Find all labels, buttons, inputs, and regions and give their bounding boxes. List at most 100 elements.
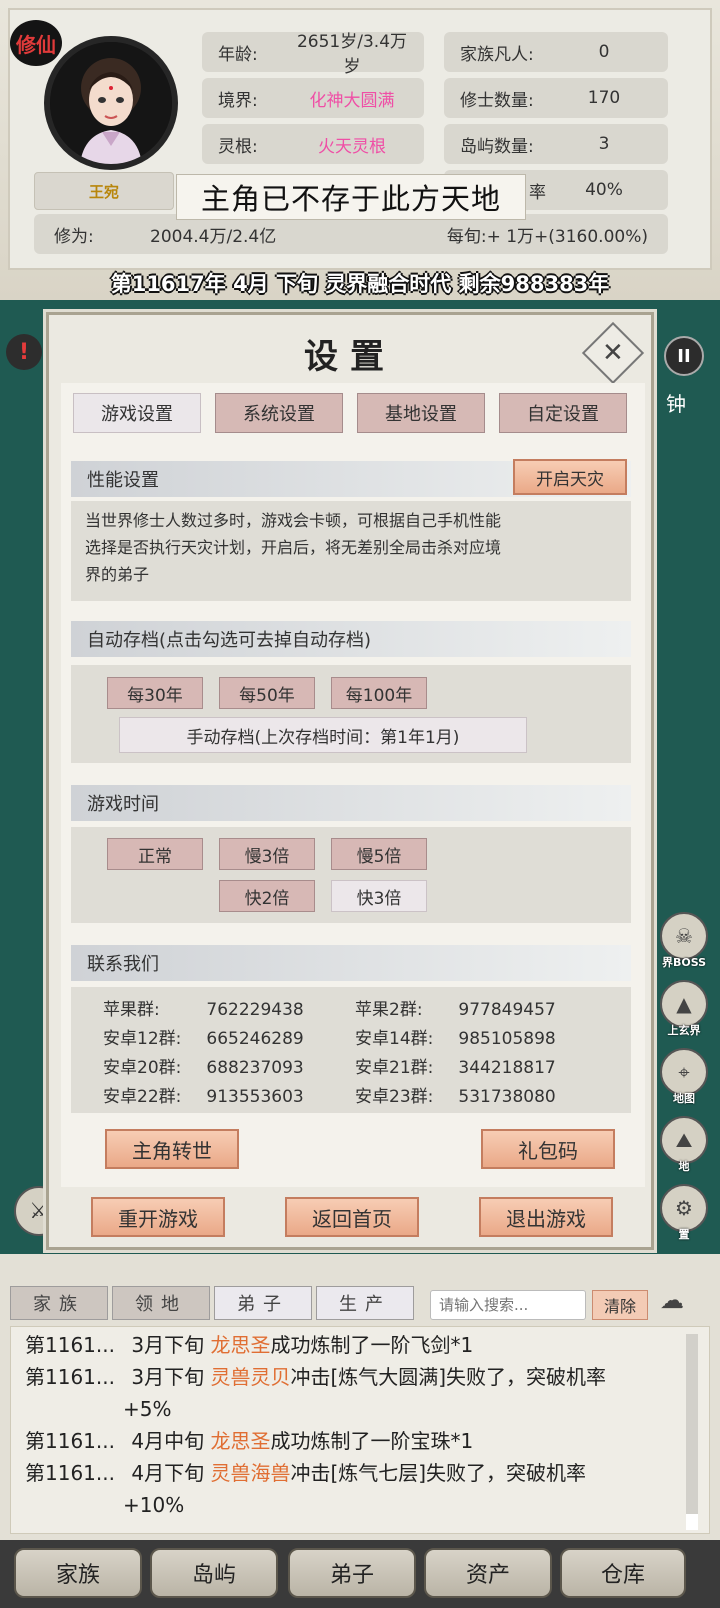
contact-label: 安卓21群: <box>355 1058 434 1078</box>
contact-label: 安卓20群: <box>103 1058 182 1078</box>
log-entry: 第1161... 3月下旬 龙思圣成功炼制了一阶飞剑*1 <box>25 1329 685 1361</box>
map-pin-icon[interactable]: ⌖ <box>660 1048 708 1096</box>
log-date: 第1161... <box>25 1461 115 1485</box>
stat-realm: 境界: 化神大圆满 <box>202 78 424 118</box>
territory-icon[interactable]: ⛰ <box>660 1116 708 1164</box>
search-input[interactable] <box>430 1290 586 1320</box>
restart-game-button[interactable]: 重开游戏 <box>91 1197 225 1237</box>
boss-icon[interactable]: ☠ <box>660 912 708 960</box>
tab-custom-settings[interactable]: 自定设置 <box>499 393 627 433</box>
autosave-50-button[interactable]: 每50年 <box>219 677 315 709</box>
clock-label: 钟 <box>666 392 686 416</box>
avatar[interactable] <box>44 36 178 170</box>
nav-family-button[interactable]: 家族 <box>14 1548 142 1598</box>
game-date: 第11617年 4月 下旬 灵界融合时代 剩余988383年 <box>110 272 610 296</box>
stat-value: 火天灵根 <box>318 136 386 157</box>
log-tab-family[interactable]: 家族 <box>10 1286 108 1320</box>
per-turn-gain: 每旬:+ 1万+(3160.00%) <box>446 226 648 247</box>
nav-warehouse-button[interactable]: 仓库 <box>560 1548 686 1598</box>
nav-islands-button[interactable]: 岛屿 <box>150 1548 278 1598</box>
contact-label: 安卓14群: <box>355 1029 434 1049</box>
log-entry-continuation: +5% <box>25 1393 685 1425</box>
log-tab-disciples[interactable]: 弟子 <box>214 1286 312 1320</box>
log-entry: 第1161... 4月中旬 龙思圣成功炼制了一阶宝珠*1 <box>25 1425 685 1457</box>
contact-label: 安卓22群: <box>103 1087 182 1107</box>
log-tab-production[interactable]: 生产 <box>316 1286 414 1320</box>
gear-icon[interactable]: ⚙ <box>660 1184 708 1232</box>
tab-base-settings[interactable]: 基地设置 <box>357 393 485 433</box>
log-entry: 第1161... 3月下旬 灵兽灵贝冲击[炼气大圆满]失败了，突破机率 <box>25 1361 685 1393</box>
contact-value: 985105898 <box>458 1029 556 1049</box>
reincarnate-button[interactable]: 主角转世 <box>105 1129 239 1169</box>
stat-value: 3 <box>598 134 610 154</box>
speed-slow5-button[interactable]: 慢5倍 <box>331 838 427 870</box>
log-text: +5% <box>123 1397 172 1421</box>
desc-line: 界的弟子 <box>85 565 150 584</box>
autosave-30-button[interactable]: 每30年 <box>107 677 203 709</box>
speed-normal-button[interactable]: 正常 <box>107 838 203 870</box>
log-time: 3月下旬 <box>131 1333 205 1357</box>
stat-label: 修士数量: <box>460 90 534 111</box>
alert-icon[interactable]: ! <box>6 334 42 370</box>
stat-cultivators: 修士数量: 170 <box>444 78 668 118</box>
exit-game-button[interactable]: 退出游戏 <box>479 1197 613 1237</box>
contact-value: 344218817 <box>458 1058 556 1078</box>
stat-islands: 岛屿数量: 3 <box>444 124 668 164</box>
speed-slow3-button[interactable]: 慢3倍 <box>219 838 315 870</box>
stat-label: 年龄: <box>218 44 258 65</box>
autosave-100-button[interactable]: 每100年 <box>331 677 427 709</box>
contact-row: 安卓20群: 688237093 <box>103 1053 304 1078</box>
contact-row: 安卓21群: 344218817 <box>355 1053 556 1078</box>
tab-game-settings[interactable]: 游戏设置 <box>73 393 201 433</box>
side-icon-label: 地 <box>678 1160 690 1173</box>
side-icon-label: 界BOSS <box>661 956 707 969</box>
log-date: 第1161... <box>25 1365 115 1389</box>
log-time: 4月下旬 <box>131 1461 205 1485</box>
clear-button[interactable]: 清除 <box>592 1290 648 1320</box>
log-time: 3月下旬 <box>131 1365 205 1389</box>
nav-assets-button[interactable]: 资产 <box>424 1548 552 1598</box>
dialog-title: 设置 <box>304 337 396 377</box>
return-home-button[interactable]: 返回首页 <box>285 1197 419 1237</box>
speed-fast3-button[interactable]: 快3倍 <box>331 880 427 912</box>
contact-row: 苹果2群: 977849457 <box>355 995 556 1020</box>
mountain-icon[interactable]: ▲ <box>660 980 708 1028</box>
toast-message: 主角已不存于此方天地 <box>176 174 526 220</box>
side-icon-label: 上玄界 <box>667 1024 701 1037</box>
performance-description: 当世界修士人数过多时，游戏会卡顿，可根据自己手机性能 选择是否执行天灾计划，开启… <box>85 507 621 588</box>
stat-value: 2651岁/3.4万岁 <box>296 32 408 77</box>
log-text: 冲击[炼气大圆满]失败了，突破机率 <box>290 1365 607 1389</box>
pause-button[interactable]: II <box>664 336 704 376</box>
gift-code-button[interactable]: 礼包码 <box>481 1129 615 1169</box>
stat-value: 化神大圆满 <box>309 90 395 111</box>
log-name: 龙思圣 <box>210 1429 271 1453</box>
close-icon: ✕ <box>602 337 624 368</box>
log-text: 成功炼制了一阶飞剑*1 <box>270 1333 474 1357</box>
speed-fast2-button[interactable]: 快2倍 <box>219 880 315 912</box>
section-contact-title: 联系我们 <box>71 945 631 981</box>
desc-line: 选择是否执行天灾计划，开启后，将无差别全局击杀对应境 <box>85 538 502 557</box>
contact-row: 安卓23群: 531738080 <box>355 1082 556 1107</box>
log-date: 第1161... <box>25 1429 115 1453</box>
log-scrollbar[interactable] <box>686 1334 698 1530</box>
log-entry: 第1161... 4月下旬 灵兽海兽冲击[炼气七层]失败了，突破机率 <box>25 1457 685 1489</box>
cloud-icon[interactable]: ☁ <box>660 1286 684 1314</box>
manual-save-button[interactable]: 手动存档(上次存档时间：第1年1月) <box>119 717 527 753</box>
scrollbar-thumb[interactable] <box>686 1514 698 1530</box>
contact-value: 762229438 <box>206 1000 304 1020</box>
contact-value: 977849457 <box>458 1000 556 1020</box>
stat-value: 0 <box>598 42 610 62</box>
log-tab-territory[interactable]: 领地 <box>112 1286 210 1320</box>
cultivation-row: 修为: 2004.4万/2.4亿 每旬:+ 1万+(3160.00%) <box>34 214 668 254</box>
contact-row: 苹果群: 762229438 <box>103 995 304 1020</box>
cultivation-value: 2004.4万/2.4亿 <box>150 226 277 247</box>
log-text: 冲击[炼气七层]失败了，突破机率 <box>290 1461 587 1485</box>
stat-label: 家族凡人: <box>460 44 534 65</box>
tab-system-settings[interactable]: 系统设置 <box>215 393 343 433</box>
nav-disciples-button[interactable]: 弟子 <box>288 1548 416 1598</box>
log-date: 第1161... <box>25 1333 115 1357</box>
enable-disaster-button[interactable]: 开启天灾 <box>513 459 627 495</box>
portrait-icon <box>50 42 172 164</box>
section-autosave-title: 自动存档(点击勾选可去掉自动存档) <box>71 621 631 657</box>
settings-dialog: 设置 ✕ 游戏设置 系统设置 基地设置 自定设置 性能设置 开启天灾 当世界修士… <box>46 312 654 1250</box>
